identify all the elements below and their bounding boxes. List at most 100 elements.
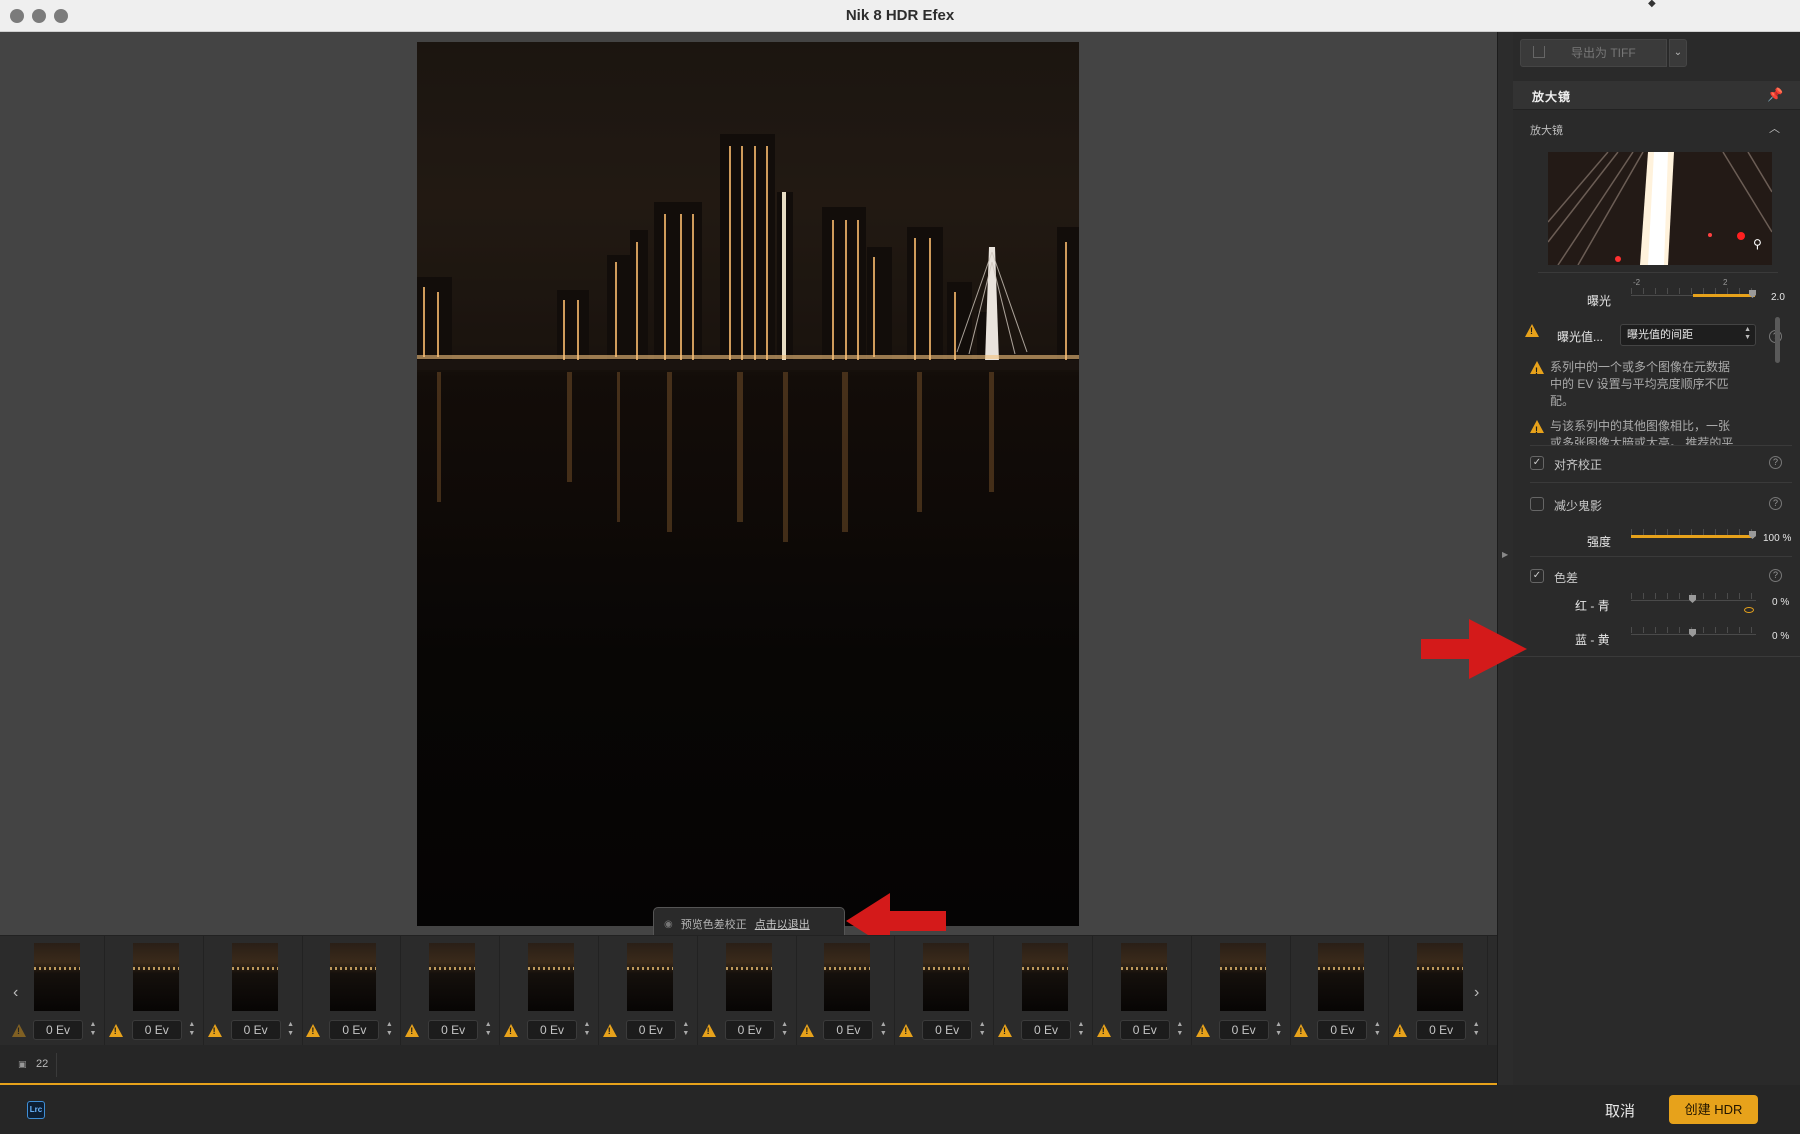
window-title: Nik 8 HDR Efex [845,7,955,24]
thumbnail-image [231,943,278,1011]
filmstrip-thumbnail[interactable]: 0 Ev▲▼ [896,936,995,1046]
ev-input[interactable]: 0 Ev [922,1020,973,1040]
ev-stepper[interactable]: ▲ ▼ [680,1020,692,1040]
ev-stepper[interactable]: ▲ ▼ [581,1020,593,1040]
exit-preview-link[interactable]: 点击以退出 [755,916,810,932]
exposure-slider[interactable] [1631,288,1756,298]
filmstrip-thumbnail[interactable]: 0 Ev▲▼ [402,936,501,1046]
help-icon[interactable]: ? [1769,497,1782,510]
ev-stepper[interactable]: ▲ ▼ [482,1020,494,1040]
ev-input[interactable]: 0 Ev [230,1020,281,1040]
help-icon[interactable]: ? [1769,456,1782,469]
help-icon[interactable]: ? [1769,569,1782,582]
strength-label: 强度 [1587,535,1612,549]
loupe-magnifier-view[interactable]: ⚲ [1548,152,1772,265]
svg-text:⚲: ⚲ [1753,237,1762,251]
ev-input[interactable]: 0 Ev [1317,1020,1368,1040]
ev-input[interactable]: 0 Ev [625,1020,676,1040]
warning-icon [405,1024,420,1037]
filmstrip-thumbnail[interactable]: 0 Ev▲▼ [303,936,402,1046]
ev-input[interactable]: 0 Ev [33,1020,83,1040]
lightroom-badge: Lrc [27,1101,45,1119]
filmstrip-thumbnail[interactable]: 0 Ev▲▼ [1094,936,1192,1046]
warning-icon [602,1024,617,1037]
warnings-scrollbar[interactable] [1775,317,1780,363]
ev-input[interactable]: 0 Ev [1416,1020,1467,1040]
ev-stepper[interactable]: ▲ ▼ [1371,1020,1383,1040]
settings-panel: 导出为 TIFF ⌄ 放大镜 📌 放大镜 ︿ ⚲ -2 2 曝光 2.0 ! 曝… [1513,32,1800,1085]
ev-input[interactable]: 0 Ev [1218,1020,1269,1040]
ev-stepper[interactable]: ▲ ▼ [976,1020,988,1040]
ev-input[interactable]: 0 Ev [428,1020,479,1040]
loupe-section-title: 放大镜 [1532,90,1572,104]
ev-stepper[interactable]: ▲ ▼ [1174,1020,1186,1040]
strength-slider[interactable] [1631,529,1756,539]
thumbnail-image [725,943,772,1011]
warning-message: 系列中的一个或多个图像在元数据中的 EV 设置与平均亮度顺序不匹配。 [1530,359,1740,410]
thumbnail-image [34,943,80,1011]
filmstrip-thumbnail[interactable]: 0 Ev▲▼ [797,936,896,1046]
ev-stepper[interactable]: ▲ ▼ [1273,1020,1285,1040]
ev-input[interactable]: 0 Ev [329,1020,380,1040]
loupe-section-header: 放大镜 📌 [1513,81,1800,110]
align-label: 对齐校正 [1554,458,1603,472]
ev-stepper[interactable]: ▲ ▼ [1075,1020,1087,1040]
filmstrip-thumbnail[interactable]: 0 Ev▲▼ [1193,936,1291,1046]
filmstrip-thumbnail[interactable]: 0 Ev▲▼ [699,936,797,1046]
ev-input[interactable]: 0 Ev [527,1020,577,1040]
filmstrip-thumbnail[interactable]: 0 Ev▲▼ [1291,936,1390,1046]
thumbnail-image [1022,943,1068,1011]
ev-input[interactable]: 0 Ev [724,1020,775,1040]
export-tiff-button[interactable]: 导出为 TIFF [1520,39,1667,67]
preview-eye-icon[interactable] [1744,607,1754,613]
image-stack-icon: ▣ [18,1059,27,1069]
toast-text: 预览色差校正 [680,919,747,931]
ev-input[interactable]: 0 Ev [823,1020,874,1040]
status-bar: ▣ 22 [0,1045,1497,1085]
ghost-reduction-checkbox[interactable] [1530,497,1544,511]
filmstrip-thumbnail[interactable]: 0 Ev▲▼ [205,936,303,1046]
title-bar: Nik 8 HDR Efex ◆ [0,0,1800,32]
ev-stepper[interactable]: ▲ ▼ [877,1020,889,1040]
divider [1530,556,1792,557]
filmstrip-thumbnail[interactable]: 0 Ev▲▼ [7,936,105,1046]
cancel-button[interactable]: 取消 [1605,1100,1635,1121]
blue-yellow-slider[interactable] [1631,627,1756,637]
thumbnail-image [923,943,970,1011]
loupe-subsection-title: 放大镜 [1530,125,1563,137]
filmstrip-thumbnail[interactable]: 0 Ev▲▼ [1390,936,1489,1046]
ev-stepper[interactable]: ▲ ▼ [779,1020,791,1040]
filmstrip-thumbnail[interactable]: 0 Ev▲▼ [995,936,1093,1046]
exposure-tick-min: -2 [1633,278,1641,287]
chroma-checkbox[interactable]: ✓ [1530,569,1544,583]
chevron-up-icon[interactable]: ︿ [1769,120,1780,136]
ev-stepper[interactable]: ▲ ▼ [285,1020,297,1040]
ghost-reduction-label: 减少鬼影 [1554,499,1603,513]
loupe-detail-illustration: ⚲ [1548,152,1772,265]
ev-stepper[interactable]: ▲ ▼ [186,1020,198,1040]
ev-stepper[interactable]: ▲ ▼ [383,1020,395,1040]
filmstrip-thumbnail[interactable]: 0 Ev▲▼ [106,936,204,1046]
ev-input[interactable]: 0 Ev [1119,1020,1170,1040]
ev-stepper[interactable]: ▲ ▼ [1470,1020,1482,1040]
create-hdr-button[interactable]: 创建 HDR [1669,1095,1758,1124]
pin-icon[interactable]: 📌 [1767,87,1783,103]
ev-input[interactable]: 0 Ev [1021,1020,1071,1040]
warning-icon [306,1024,321,1037]
panel-collapse-gutter[interactable]: ▶ [1497,32,1513,1085]
export-dropdown-button[interactable]: ⌄ [1669,39,1687,67]
ev-input[interactable]: 0 Ev [131,1020,182,1040]
red-cyan-slider[interactable] [1631,593,1756,603]
ev-spacing-select[interactable]: 曝光值的间距 ▲ ▼ [1620,324,1756,346]
warning-icon [1530,420,1544,439]
align-checkbox[interactable]: ✓ [1530,456,1544,470]
filmstrip-thumbnail[interactable]: 0 Ev▲▼ [501,936,599,1046]
hdr-preview-image[interactable] [417,42,1079,926]
collapse-arrow-icon: ▶ [1502,550,1509,559]
ev-stepper[interactable]: ▲ ▼ [87,1020,99,1040]
export-icon [1533,46,1545,58]
divider [1513,656,1800,657]
filmstrip-thumbnail[interactable]: 0 Ev▲▼ [600,936,698,1046]
warning-icon [1525,324,1539,337]
red-cyan-value: 0 % [1772,597,1790,608]
